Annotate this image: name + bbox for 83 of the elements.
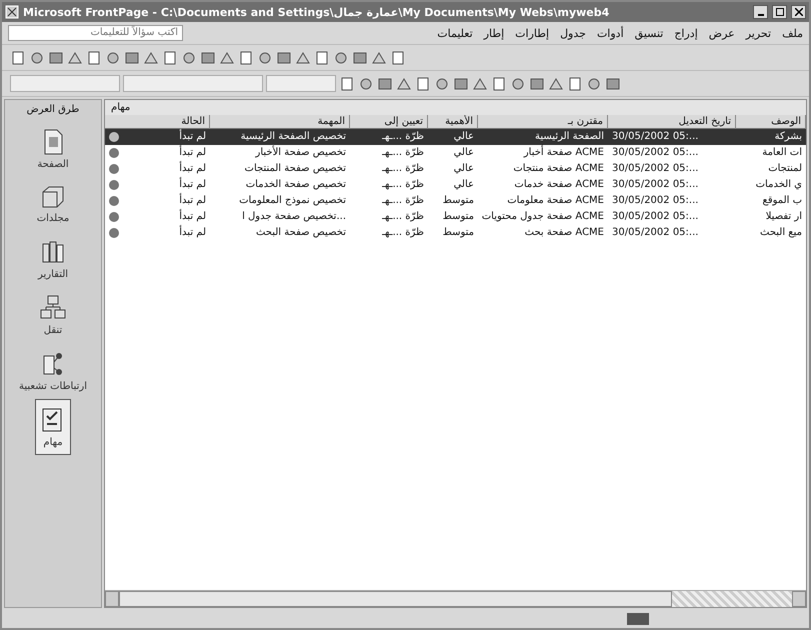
table-cell-text: ACME صفحة جدول محتويات xyxy=(480,210,605,224)
table-cell-text: 30/05/2002 05:... xyxy=(611,162,700,176)
table-cell: تخصيص الصفحة الرئيسية xyxy=(210,129,350,145)
panel-title: مهام xyxy=(105,100,806,115)
menu-item[interactable]: تنسيق xyxy=(634,26,664,40)
table-cell-text: ظرّة ...ـهـ xyxy=(381,226,425,240)
table-cell-text: ات العامة xyxy=(761,146,803,160)
view-button[interactable]: الصفحة xyxy=(32,121,74,177)
close-icon xyxy=(794,8,802,16)
window-title: Microsoft FrontPage - C:\Documents and Settings\عمارة جمال\My Documents\My Webs\myweb4 xyxy=(23,6,610,18)
table-cell-text: متوسط xyxy=(442,226,475,240)
help-search-field[interactable]: اكتب سؤالاً للتعليمات xyxy=(8,25,183,41)
column-header[interactable]: الحالة xyxy=(105,115,210,129)
status-cell[interactable]: لم تبدأ xyxy=(105,177,210,193)
minimize-button[interactable] xyxy=(753,5,768,19)
view-button[interactable]: مهام xyxy=(35,399,71,455)
table-cell-text: ...تخصيص صفحة جدول ا xyxy=(241,210,347,224)
table-cell-text: 30/05/2002 05:... xyxy=(611,226,700,240)
app-icon xyxy=(5,5,19,19)
table-cell-text: تخصيص صفحة الأخبار xyxy=(254,145,347,160)
table-cell-text: تخصيص نموذج المعلومات xyxy=(238,194,347,208)
table-cell: 30/05/2002 05:... xyxy=(608,129,736,145)
table-cell-text: ACME صفحة منتجات xyxy=(512,162,605,176)
column-header[interactable]: تعيين إلى xyxy=(350,115,428,129)
table-cell-text: عالي xyxy=(452,178,475,192)
view-button[interactable]: مجلدات xyxy=(32,177,74,231)
view-button[interactable]: ارتباطات تشعبية xyxy=(14,343,92,399)
table-cell-text: تخصيص صفحة البحث xyxy=(254,226,347,240)
table-cell-text: ظرّة ...ـهـ xyxy=(381,210,425,224)
table-cell-text: ار تفصيلا xyxy=(764,210,803,224)
maximize-icon xyxy=(776,8,784,16)
menu-item[interactable]: إدراج xyxy=(674,26,698,40)
table-cell-text: ظرّة ...ـهـ xyxy=(381,146,425,160)
column-header[interactable]: المهمة xyxy=(210,115,350,129)
table-cell-text: 30/05/2002 05:... xyxy=(611,194,700,208)
views-bar-title: طرق العرض xyxy=(26,103,80,117)
status-cell[interactable]: لم تبدأ xyxy=(105,193,210,209)
table-cell-text: تخصيص صفحة المنتجات xyxy=(244,162,347,176)
menu-item[interactable]: جدول xyxy=(560,26,586,40)
view-button[interactable]: تنقل xyxy=(34,287,72,343)
table-cell-text: عالي xyxy=(452,146,475,160)
table-cell-text: ظرّة ...ـهـ xyxy=(381,162,425,176)
table-cell-text: 30/05/2002 05:... xyxy=(611,146,700,160)
maximize-button[interactable] xyxy=(772,5,787,19)
status-cell[interactable]: لم تبدأ xyxy=(105,145,210,161)
menu-item[interactable]: إطار xyxy=(484,26,504,40)
table-cell-text: ب الموقع xyxy=(762,194,803,208)
table-cell-text: ي الخدمات xyxy=(754,178,803,192)
menu-item[interactable]: تحرير xyxy=(746,26,772,40)
table-cell: بشركة xyxy=(736,129,806,145)
column-header[interactable]: تاريخ التعديل xyxy=(608,115,736,129)
status-cell[interactable]: لم تبدأ xyxy=(105,225,210,241)
menu-item[interactable]: ملف xyxy=(782,26,803,40)
menu-item[interactable]: إطارات xyxy=(515,26,550,40)
table-cell-text: ACME صفحة معلومات xyxy=(506,194,605,208)
column-header[interactable]: مقترن بـ xyxy=(478,115,608,129)
table-cell: الصفحة الرئيسية xyxy=(478,129,608,145)
status-cell[interactable]: لم تبدأ xyxy=(105,161,210,177)
table-cell-text: متوسط xyxy=(442,194,475,208)
table-cell-text: تخصيص صفحة الخدمات xyxy=(244,178,347,192)
close-button[interactable] xyxy=(791,5,806,19)
table-cell-text: ميع البحث xyxy=(759,226,803,240)
status-indicator xyxy=(627,613,649,625)
table-cell: عالي xyxy=(428,129,478,145)
status-cell[interactable]: لم تبدأ xyxy=(105,209,210,225)
table-cell-text: ACME صفحة بحث xyxy=(524,226,605,240)
table-cell-text: ظرّة ...ـهـ xyxy=(381,178,425,192)
menu-item[interactable]: تعليمات xyxy=(437,26,473,40)
menu-item[interactable]: أدوات xyxy=(596,26,624,40)
table-cell-text: عالي xyxy=(452,162,475,176)
view-button[interactable]: التقارير xyxy=(32,231,74,287)
table-cell-text: ظرّة ...ـهـ xyxy=(381,194,425,208)
column-header[interactable]: الوصف xyxy=(736,115,806,129)
table-cell-text: ACME صفحة أخبار xyxy=(522,145,605,160)
table-cell-text: 30/05/2002 05:... xyxy=(611,178,700,192)
status-cell[interactable]: لم تبدأ xyxy=(105,129,210,145)
menu-item[interactable]: عرض xyxy=(708,26,735,40)
table-cell-text: ACME صفحة خدمات xyxy=(513,178,605,192)
table-cell-text: متوسط xyxy=(442,210,475,224)
table-cell-text: 30/05/2002 05:... xyxy=(611,210,700,224)
table-cell: ظرّة ...ـهـ xyxy=(350,129,428,145)
table-cell-text: لمنتجات xyxy=(767,162,803,176)
scrollbar-thumb[interactable] xyxy=(119,591,672,607)
